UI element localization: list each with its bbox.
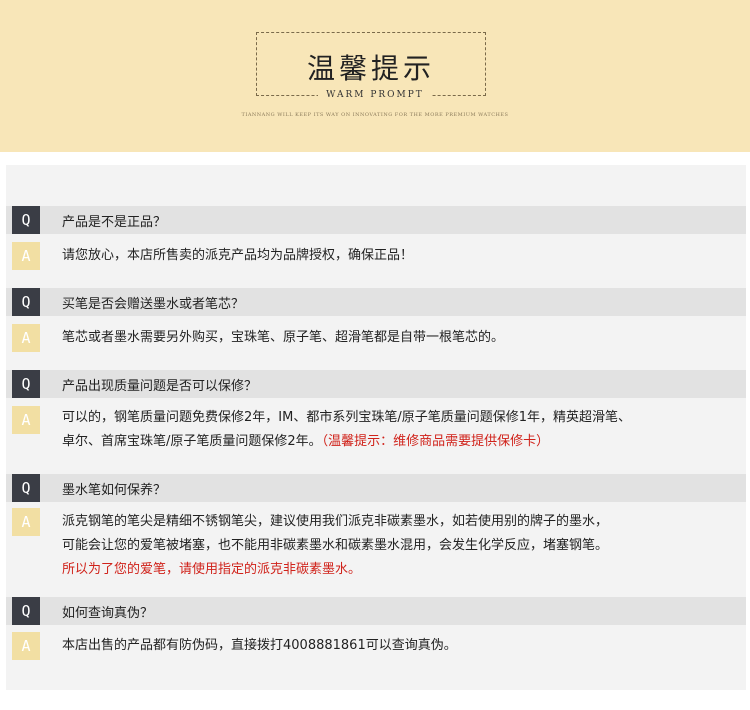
answer-line: 可能会让您的爱笔被堵塞，也不能用非碳素墨水和碳素墨水混用，会发生化学反应，堵塞钢… [62,538,609,553]
q-badge: Q [12,206,40,234]
faq-answer: 可以的，钢笔质量问题免费保修2年，IM、都市系列宝珠笔/原子笔质量问题保修1年，… [62,406,631,454]
faq-answer: 笔芯或者墨水需要另外购买，宝珠笔、原子笔、超滑笔都是自带一根笔芯的。 [62,330,505,345]
a-badge: A [12,242,40,270]
faq-question: 产品出现质量问题是否可以保修？ [62,379,258,394]
q-badge: Q [12,597,40,625]
faq-question-row: Q 产品是不是正品？ [6,206,746,234]
faq-question: 买笔是否会赠送墨水或者笔芯？ [62,297,245,312]
faq-question: 墨水笔如何保养？ [62,483,167,498]
q-badge: Q [12,474,40,502]
faq-answer: 派克钢笔的笔尖是精细不锈钢笔尖，建议使用我们派克非碳素墨水，如若使用别的牌子的墨… [62,510,608,582]
a-badge: A [12,508,40,536]
a-badge: A [12,406,40,434]
faq-question-row: Q 墨水笔如何保养？ [6,474,746,502]
title-frame: 温馨提示 [256,32,486,96]
faq-answer-row: A 派克钢笔的笔尖是精细不锈钢笔尖，建议使用我们派克非碳素墨水，如若使用别的牌子… [6,508,746,584]
faq-question-row: Q 产品出现质量问题是否可以保修？ [6,370,746,398]
answer-text: 卓尔、首席宝珠笔/原子笔质量问题保修2年。 [62,434,322,449]
faq-answer-row: A 可以的，钢笔质量问题免费保修2年，IM、都市系列宝珠笔/原子笔质量问题保修1… [6,406,746,458]
faq-question: 如何查询真伪？ [62,606,154,621]
answer-line: 可以的，钢笔质量问题免费保修2年，IM、都市系列宝珠笔/原子笔质量问题保修1年，… [62,410,631,425]
ink-warning: 所以为了您的爱笔，请使用指定的派克非碳素墨水。 [62,562,362,577]
q-badge: Q [12,288,40,316]
page-title: 温馨提示 [306,52,435,85]
faq-question-row: Q 买笔是否会赠送墨水或者笔芯？ [6,288,746,316]
brand-tagline: TIANNANG WILL KEEP ITS WAY ON INNOVATING… [241,112,509,118]
faq-answer-row: A 本店出售的产品都有防伪码，直接拨打4008881861可以查询真伪。 [6,632,746,660]
answer-line: 派克钢笔的笔尖是精细不锈钢笔尖，建议使用我们派克非碳素墨水，如若使用别的牌子的墨… [62,514,609,529]
header-banner: 温馨提示 WARM PROMPT TIANNANG WILL KEEP ITS … [0,0,750,152]
title-subtitle-wrap: WARM PROMPT [0,90,750,100]
page-subtitle: WARM PROMPT [318,90,432,100]
faq-answer-row: A 请您放心，本店所售卖的派克产品均为品牌授权，确保正品！ [6,242,746,270]
q-badge: Q [12,370,40,398]
faq-answer-row: A 笔芯或者墨水需要另外购买，宝珠笔、原子笔、超滑笔都是自带一根笔芯的。 [6,324,746,352]
a-badge: A [12,324,40,352]
faq-answer: 请您放心，本店所售卖的派克产品均为品牌授权，确保正品！ [62,248,414,263]
warranty-note: （温馨提示：维修商品需要提供保修卡） [321,434,550,449]
faq-question: 产品是不是正品？ [62,215,167,230]
faq-question-row: Q 如何查询真伪？ [6,597,746,625]
a-badge: A [12,632,40,660]
faq-answer: 本店出售的产品都有防伪码，直接拨打4008881861可以查询真伪。 [62,638,457,653]
answer-line: 卓尔、首席宝珠笔/原子笔质量问题保修2年。（温馨提示：维修商品需要提供保修卡） [62,430,631,454]
